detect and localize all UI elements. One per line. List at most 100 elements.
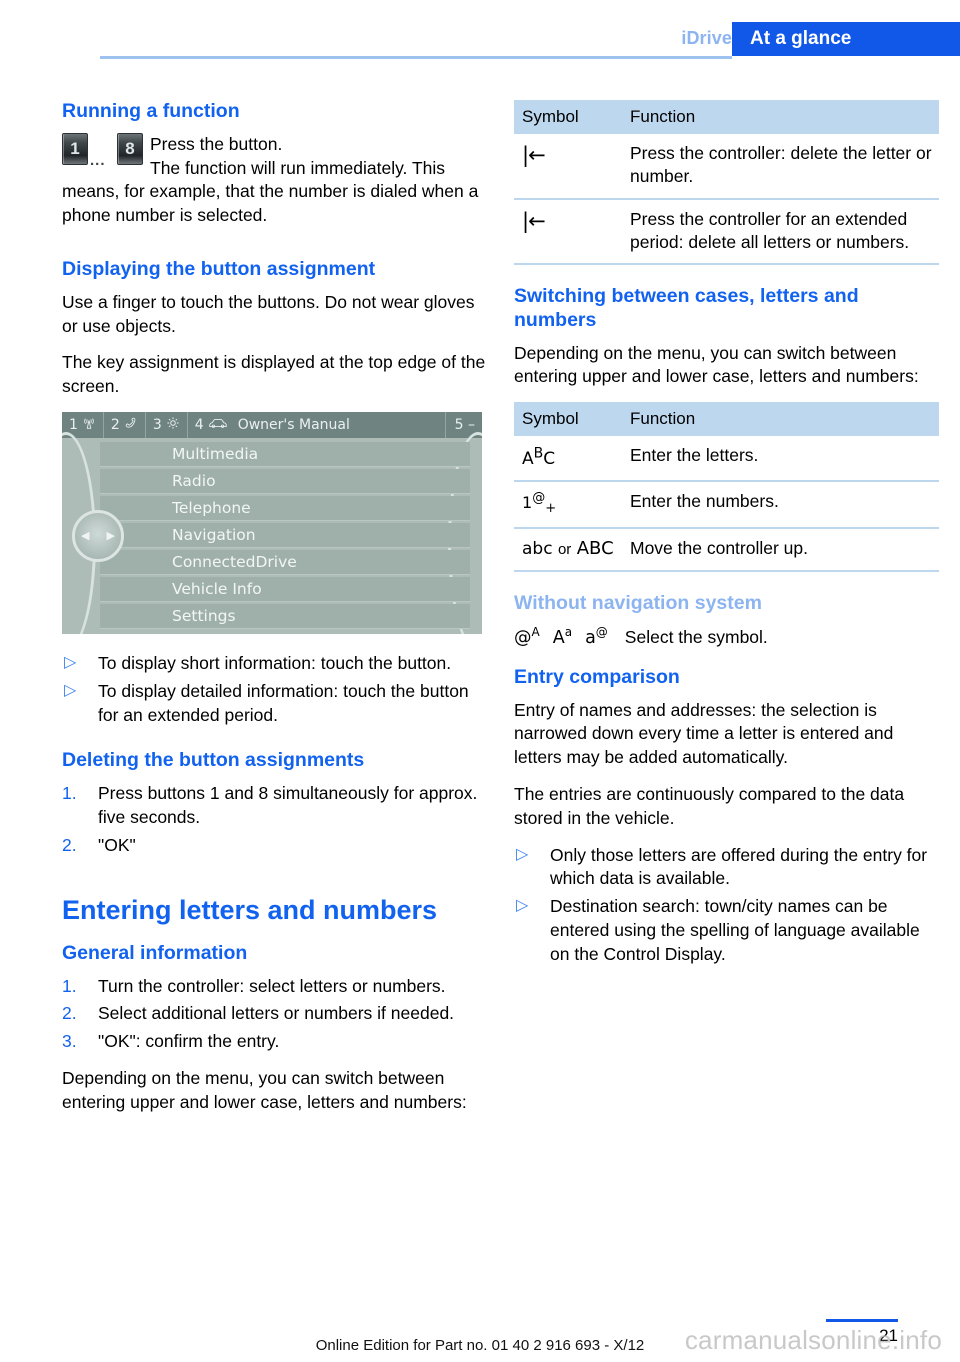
bullet-text: To display detailed information: touch t… <box>98 680 469 725</box>
page-header: iDrive At a glance <box>0 0 960 60</box>
breadcrumb-idrive: iDrive <box>681 28 732 48</box>
list-item: 2. "OK" <box>62 834 487 858</box>
heading-entry-comparison: Entry comparison <box>514 665 680 688</box>
left-column: Running a function 1 ... 8 Press the but… <box>62 100 487 1128</box>
case-symbols-table: Symbol Function ABC Enter the letters. 1… <box>514 402 939 573</box>
idrive-menu-item: Multimedia <box>100 441 470 467</box>
idrive-bar-item-4: 4 Owner's Manual <box>188 411 446 438</box>
general-steps-list: 1. Turn the controller: select letters or… <box>62 975 487 1054</box>
abc-uppercase-icon: ABC <box>514 436 622 483</box>
right-column: Symbol Function |← Press the controller:… <box>514 100 939 980</box>
idrive-screen-title: Owner's Manual <box>237 416 350 433</box>
entry-paragraph-1: Entry of names and addresses: the select… <box>514 699 894 768</box>
heading-without-navigation-system: Without navigation system <box>514 592 762 615</box>
displaying-paragraph-2: The key assignment is displayed at the t… <box>62 352 486 397</box>
cell-function: Move the controller up. <box>622 527 939 573</box>
list-item: 2. Select additional letters or numbers i… <box>62 1002 487 1026</box>
without-nav-instruction: Select the symbol. <box>624 626 768 647</box>
idrive-menu-item: Navigation <box>100 522 470 548</box>
button-1-icon: 1 <box>62 132 88 165</box>
idrive-menu-item: Radio <box>100 468 470 494</box>
idrive-bar-num-3: 3 <box>152 416 162 433</box>
edition-notice: Online Edition for Part no. 01 40 2 916 … <box>315 1337 645 1354</box>
idrive-screen-illustration: 1 2 3 4 Owner's Manual 5 – Multimedia Ra… <box>62 411 482 634</box>
heading-entering-letters-and-numbers: Entering letters and numbers <box>62 894 438 925</box>
idrive-controller-knob-icon: ◀ ▶ <box>72 509 124 562</box>
heading-general-information: General information <box>62 941 248 964</box>
step-text: Press buttons 1 and 8 simultaneously for… <box>98 783 478 827</box>
idrive-bar-num-4: 4 <box>194 416 204 433</box>
table-row: 1@+ Enter the numbers. <box>514 481 939 529</box>
step-text: "OK": confirm the entry. <box>98 1031 280 1052</box>
car-icon <box>208 417 228 433</box>
column-header-symbol: Symbol <box>514 100 622 134</box>
case-toggle-icon: abc or ABC <box>514 527 622 573</box>
column-header-function: Function <box>622 100 939 134</box>
step-number: 1. <box>62 783 77 804</box>
heading-running-a-function: Running a function <box>62 100 240 122</box>
running-function-line1: Press the button. <box>150 133 283 154</box>
chevron-left-icon: ◀ <box>81 529 90 543</box>
general-closing-paragraph: Depending on the menu, you can switch be… <box>62 1068 467 1112</box>
step-number: 2. <box>62 1003 77 1024</box>
backspace-icon: |← <box>514 198 622 266</box>
heading-switching-between-cases: Switching between cases, letters and num… <box>514 285 859 331</box>
heading-displaying-button-assignment: Displaying the button assignment <box>62 257 376 280</box>
deleting-steps-list: 1. Press buttons 1 and 8 simultaneously f… <box>62 782 487 857</box>
idrive-menu-item: Vehicle Info <box>100 576 470 602</box>
table-row: |← Press the controller: delete the lett… <box>514 134 939 200</box>
symbol-glyph: |← <box>522 143 546 167</box>
idrive-top-bar: 1 2 3 4 Owner's Manual 5 – <box>62 411 482 438</box>
table-row: ABC Enter the letters. <box>514 436 939 483</box>
table-header-row: Symbol Function <box>514 100 939 134</box>
displaying-paragraph-1: Use a finger to touch the buttons. Do no… <box>62 291 475 336</box>
list-item: 1. Turn the controller: select letters or… <box>62 975 487 999</box>
symbol-glyph: ABC <box>522 445 556 469</box>
list-item: ▷ To display detailed information: touch … <box>62 680 487 728</box>
bullet-triangle-icon: ▷ <box>516 845 529 863</box>
uppercase-lowercase-icon: Aa <box>552 624 573 648</box>
telephone-handset-icon <box>124 416 138 433</box>
touch-bullet-list: ▷ To display short information: touch the… <box>62 652 487 727</box>
symbol-glyph: abc or ABC <box>522 537 614 559</box>
list-item: ▷ Only those letters are offered during t… <box>514 844 939 892</box>
header-divider-rule <box>100 56 732 59</box>
backspace-icon: |← <box>514 134 622 200</box>
numbers-symbols-icon: 1@+ <box>514 481 622 529</box>
column-header-function: Function <box>622 402 939 437</box>
list-item: 1. Press buttons 1 and 8 simultaneously f… <box>62 782 487 830</box>
switching-paragraph: Depending on the menu, you can switch be… <box>514 342 919 387</box>
heading-deleting-button-assignments: Deleting the button assignments <box>62 749 365 772</box>
step-number: 3. <box>62 1031 77 1052</box>
step-number: 1. <box>62 975 77 996</box>
table-row: |← Press the controller for an extended … <box>514 198 939 266</box>
list-item: ▷ Destination search: town/city names can… <box>514 895 939 966</box>
step-text: Select additional letters or numbers if … <box>98 1003 455 1024</box>
broadcast-antenna-icon <box>82 416 96 433</box>
table-row: abc or ABC Move the controller up. <box>514 527 939 573</box>
bullet-text: To display short information: touch the … <box>98 652 452 673</box>
cell-function: Enter the numbers. <box>622 481 939 529</box>
symbol-glyph: |← <box>522 208 546 233</box>
header-rule-wrap <box>0 0 732 60</box>
step-text: "OK" <box>98 834 136 855</box>
gear-icon <box>166 416 180 433</box>
bullet-triangle-icon: ▷ <box>516 897 529 915</box>
symbol-glyph: 1@+ <box>522 491 557 517</box>
bullet-text: Only those letters are offered during th… <box>550 844 928 889</box>
ellipsis-icon: ... <box>90 151 106 169</box>
cell-function: Press the controller for an extended per… <box>622 198 939 266</box>
bullet-triangle-icon: ▷ <box>64 681 77 699</box>
entry-bullet-list: ▷ Only those letters are offered during t… <box>514 844 939 967</box>
step-text: Turn the controller: select letters or n… <box>98 975 446 996</box>
button-8-icon: 8 <box>117 132 143 165</box>
idrive-menu-item: ConnectedDrive <box>100 549 470 575</box>
running-function-intro: 1 ... 8 Press the button. The function w… <box>62 132 487 228</box>
list-item: 3. "OK": confirm the entry. <box>62 1030 487 1054</box>
column-header-symbol: Symbol <box>514 402 622 437</box>
footer-rule <box>826 1319 898 1322</box>
idrive-menu-item: Settings <box>100 603 470 629</box>
idrive-bar-num-2: 2 <box>110 416 120 433</box>
list-item: ▷ To display short information: touch the… <box>62 652 487 676</box>
bullet-triangle-icon: ▷ <box>64 653 77 671</box>
